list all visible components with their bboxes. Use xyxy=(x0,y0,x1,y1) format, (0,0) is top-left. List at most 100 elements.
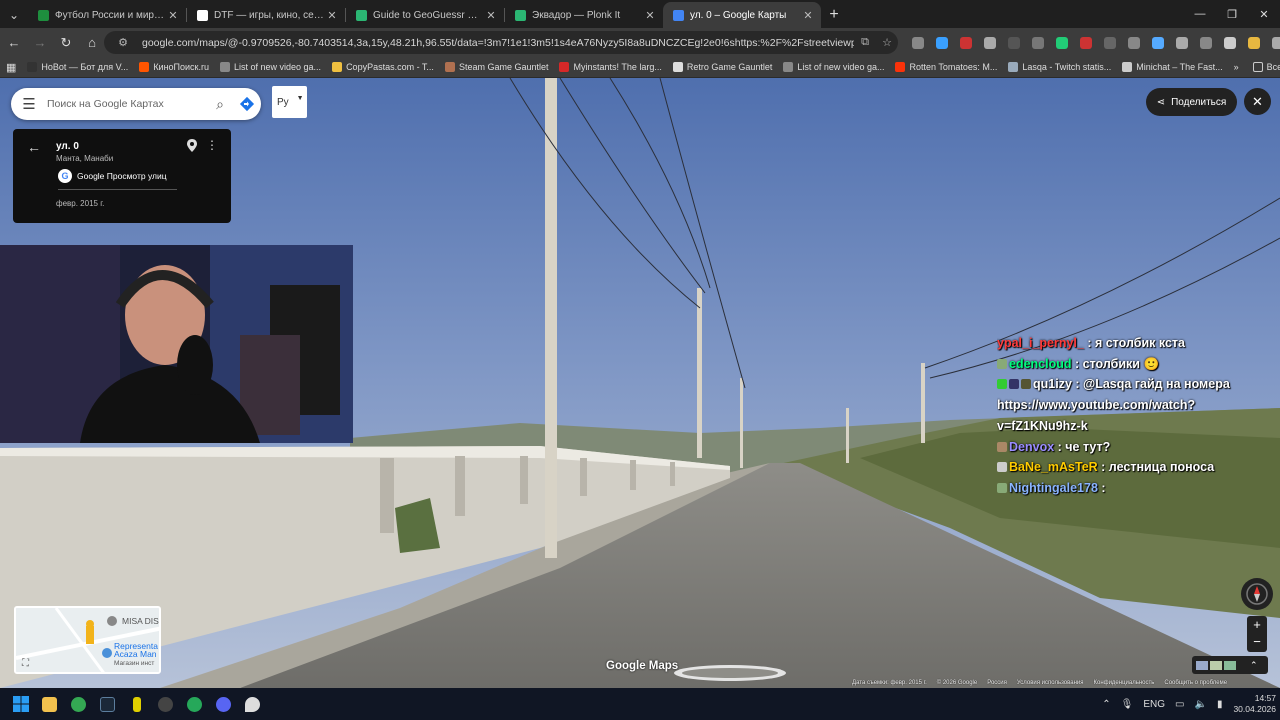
chrome-icon[interactable] xyxy=(64,690,93,718)
capture-date[interactable]: февр. 2015 г. xyxy=(56,199,104,208)
maps-search-box[interactable]: ☰ Поиск на Google Картах ⌕ xyxy=(11,88,261,120)
location-pin-icon[interactable] xyxy=(187,139,197,155)
extension-icon[interactable] xyxy=(930,32,954,54)
zoom-out-button[interactable]: − xyxy=(1247,633,1267,650)
extension-icon[interactable] xyxy=(1146,32,1170,54)
extension-icon[interactable] xyxy=(1266,32,1280,54)
extension-icon[interactable] xyxy=(1074,32,1098,54)
browser-tab[interactable]: Эквадор — Plonk It ✕ xyxy=(505,2,663,28)
open-in-app-icon[interactable]: ⧉ xyxy=(854,36,876,49)
bookmark-item[interactable]: КиноПоиск.ru xyxy=(139,62,209,72)
compass-icon[interactable] xyxy=(1241,578,1273,610)
footer-link[interactable]: Сообщить о проблеме xyxy=(1164,680,1227,688)
extension-icon[interactable] xyxy=(1026,32,1050,54)
bookmark-star-icon[interactable]: ☆ xyxy=(876,36,898,49)
expand-icon[interactable]: ⌃ xyxy=(1250,660,1258,671)
keyboard-lang[interactable]: ENG xyxy=(1143,699,1165,710)
window-controls: — ❐ ✕ xyxy=(1184,0,1280,28)
search-input[interactable]: Поиск на Google Картах xyxy=(47,98,207,110)
steam-icon[interactable] xyxy=(93,690,122,718)
all-bookmarks[interactable]: Все закладки xyxy=(1252,62,1280,72)
extension-icon[interactable] xyxy=(954,32,978,54)
maps-app-icon[interactable] xyxy=(238,690,267,718)
footer-link[interactable]: Конфиденциальность xyxy=(1094,680,1155,688)
chat-badge-icon xyxy=(997,441,1007,452)
home-button[interactable]: ⌂ xyxy=(80,31,104,55)
minimize-button[interactable]: — xyxy=(1184,0,1216,28)
bookmark-item[interactable]: CopyPastas.com - T... xyxy=(332,62,434,72)
clock[interactable]: 14:57 30.04.2026 xyxy=(1233,693,1276,715)
directions-icon[interactable] xyxy=(233,96,261,112)
zoom-controls: + − xyxy=(1247,616,1267,652)
extension-icon[interactable] xyxy=(1098,32,1122,54)
xbox-icon[interactable] xyxy=(180,690,209,718)
bookmarks-overflow-icon[interactable]: » xyxy=(1234,62,1239,72)
browser-tab[interactable]: Футбол России и мира 2026 -✕ xyxy=(28,2,186,28)
bookmark-item[interactable]: Lasqa - Twitch statis... xyxy=(1008,62,1111,72)
language-select[interactable]: Ру ▼ xyxy=(272,86,307,118)
close-tab-icon[interactable]: ✕ xyxy=(325,9,339,22)
bookmark-item[interactable]: HoBot — Бот для V... xyxy=(27,62,128,72)
fullscreen-icon[interactable]: ⛶ xyxy=(22,658,29,669)
battery-icon[interactable]: ▮ xyxy=(1217,699,1223,710)
app-icon[interactable] xyxy=(151,690,180,718)
bookmark-favicon-icon xyxy=(783,62,794,72)
browser-tab[interactable]: Guide to GeoGuessr — Plonk It✕ xyxy=(346,2,504,28)
close-tab-icon[interactable]: ✕ xyxy=(484,9,498,22)
microphone-icon[interactable]: 🎙 xyxy=(1121,699,1134,710)
back-arrow-icon[interactable]: ← xyxy=(27,139,41,155)
restore-button[interactable]: ❐ xyxy=(1216,0,1248,28)
address-bar[interactable]: ⚙ google.com/maps/@-0.9709526,-80.740351… xyxy=(104,31,898,54)
extension-icon[interactable] xyxy=(1194,32,1218,54)
browser-tab[interactable]: DTF — игры, кино, сериалы, р✕ xyxy=(187,2,345,28)
forward-button[interactable]: → xyxy=(28,31,52,55)
bookmark-favicon-icon xyxy=(139,62,150,72)
layers-control[interactable]: ⌃ xyxy=(1192,656,1268,674)
footer-link[interactable]: Россия xyxy=(987,680,1007,688)
close-tab-icon[interactable]: ✕ xyxy=(166,9,180,22)
discord-icon[interactable] xyxy=(209,690,238,718)
footer-link[interactable]: Условия использования xyxy=(1017,680,1084,688)
apps-icon[interactable]: ▦ xyxy=(6,61,16,74)
start-button[interactable] xyxy=(6,690,35,718)
tab-search-button[interactable]: ⌄ xyxy=(0,2,28,28)
close-tab-icon[interactable]: ✕ xyxy=(801,9,815,22)
extension-icon[interactable] xyxy=(906,32,930,54)
bookmark-item[interactable]: Myinstants! The larg... xyxy=(559,62,662,72)
back-button[interactable]: ← xyxy=(2,31,26,55)
search-icon[interactable]: ⌕ xyxy=(207,96,233,113)
zoom-in-button[interactable]: + xyxy=(1247,616,1267,633)
extension-icon[interactable] xyxy=(1170,32,1194,54)
reload-button[interactable]: ↻ xyxy=(54,31,78,55)
extension-icon[interactable] xyxy=(1242,32,1266,54)
street-view-source[interactable]: G Google Просмотр улиц xyxy=(58,169,167,183)
chat-text: : @Lasqa гайд на номера xyxy=(1071,377,1230,392)
mini-map[interactable]: MISA DIS Representa Acaza Man Магазин ин… xyxy=(14,606,161,674)
close-window-button[interactable]: ✕ xyxy=(1248,0,1280,28)
bookmark-item[interactable]: Steam Game Gauntlet xyxy=(444,62,548,72)
site-info-icon[interactable]: ⚙ xyxy=(112,36,134,49)
extension-icon[interactable] xyxy=(1002,32,1026,54)
tab-title: Эквадор — Plonk It xyxy=(532,9,621,21)
extension-icon[interactable] xyxy=(1122,32,1146,54)
network-icon[interactable]: ▭ xyxy=(1175,699,1184,710)
browser-tab[interactable]: ул. 0 – Google Карты ✕ xyxy=(663,2,821,28)
extension-icon[interactable] xyxy=(1050,32,1074,54)
bookmark-item[interactable]: Minichat – The Fast... xyxy=(1122,62,1223,72)
bookmark-item[interactable]: Retro Game Gauntlet xyxy=(672,62,772,72)
volume-icon[interactable]: 🔈 xyxy=(1194,699,1206,710)
menu-icon[interactable]: ☰ xyxy=(11,95,47,113)
share-button[interactable]: ⋖ Поделиться xyxy=(1146,88,1237,116)
close-tab-icon[interactable]: ✕ xyxy=(643,9,657,22)
bookmark-item[interactable]: Rotten Tomatoes: M... xyxy=(895,62,997,72)
extension-icon[interactable] xyxy=(1218,32,1242,54)
new-tab-button[interactable]: + xyxy=(821,2,847,28)
close-street-view-button[interactable]: ✕ xyxy=(1244,88,1271,115)
bookmark-item[interactable]: List of new video ga... xyxy=(783,62,884,72)
app-icon[interactable] xyxy=(122,690,151,718)
file-explorer-icon[interactable] xyxy=(35,690,64,718)
show-hidden-icons[interactable]: ⌃ xyxy=(1102,699,1110,710)
bookmark-item[interactable]: List of new video ga... xyxy=(220,62,321,72)
more-options-icon[interactable]: ⋮ xyxy=(206,138,218,152)
extension-icon[interactable] xyxy=(978,32,1002,54)
